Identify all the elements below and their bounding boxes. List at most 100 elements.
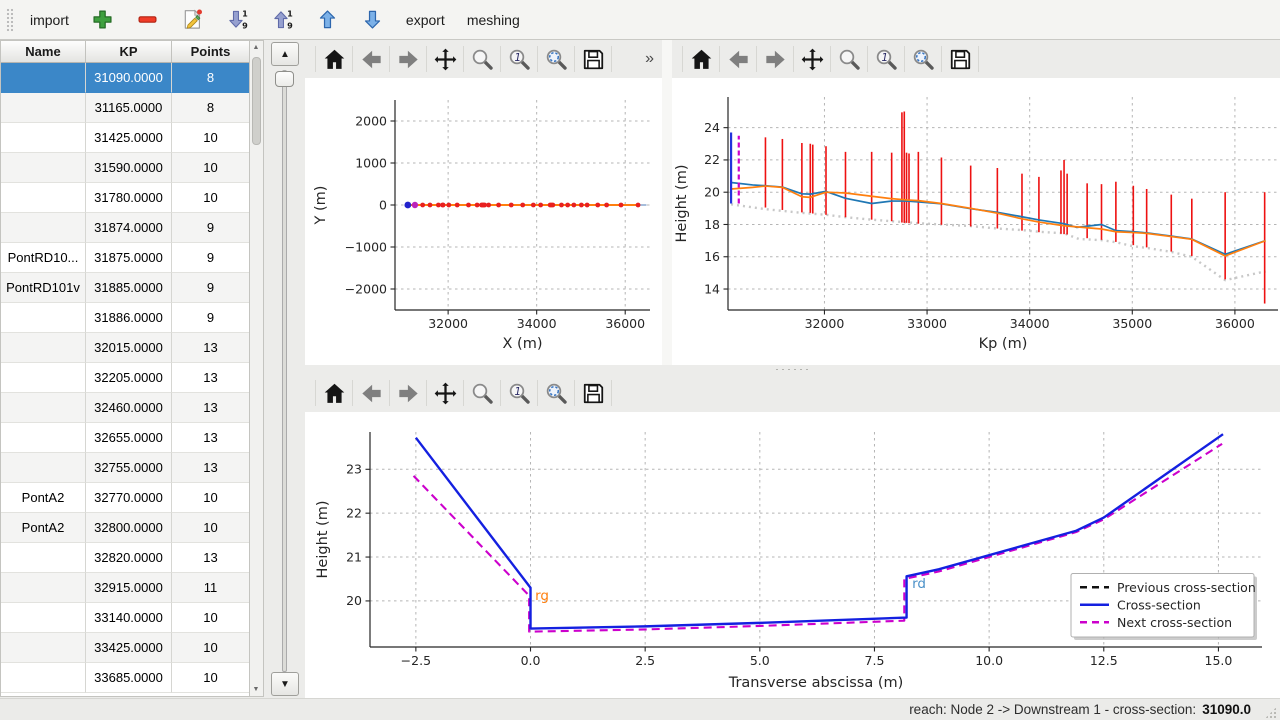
pan-button[interactable] xyxy=(429,44,461,74)
cell-name[interactable] xyxy=(1,423,86,453)
table-row[interactable]: 31090.00008 xyxy=(1,63,249,93)
cell-points[interactable]: 13 xyxy=(172,543,249,573)
cell-points[interactable]: 11 xyxy=(172,573,249,603)
cell-name[interactable] xyxy=(1,333,86,363)
toolbar-grip[interactable] xyxy=(6,8,13,32)
cell-points[interactable]: 10 xyxy=(172,513,249,543)
pan-button[interactable] xyxy=(796,44,828,74)
zoom-one-to-one-button[interactable]: 1 xyxy=(870,44,902,74)
sort-ascending-button[interactable]: 19 xyxy=(264,5,301,35)
back-button[interactable] xyxy=(355,378,387,408)
save-figure-button[interactable] xyxy=(577,44,609,74)
cell-points[interactable]: 13 xyxy=(172,363,249,393)
table-row[interactable]: 31425.000010 xyxy=(1,123,249,153)
table-row[interactable]: 32460.000013 xyxy=(1,393,249,423)
home-button[interactable] xyxy=(318,378,350,408)
add-cross-section-button[interactable] xyxy=(84,5,121,35)
cell-name[interactable] xyxy=(1,183,86,213)
table-row[interactable]: 32915.000011 xyxy=(1,573,249,603)
cell-kp[interactable]: 31590.0000 xyxy=(86,153,172,183)
long-profile-canvas[interactable]: 3200033000340003500036000141618202224Kp … xyxy=(672,78,1280,365)
cell-points[interactable]: 13 xyxy=(172,453,249,483)
toolbar-overflow-button[interactable]: » xyxy=(645,50,654,68)
slider-up-button[interactable]: ▲ xyxy=(271,42,299,66)
zoom-one-to-one-button[interactable]: 1 xyxy=(503,44,535,74)
plan-view-canvas[interactable]: 320003400036000−2000−1000010002000X (m)Y… xyxy=(305,78,662,365)
cell-kp[interactable]: 31874.0000 xyxy=(86,213,172,243)
cell-kp[interactable]: 32205.0000 xyxy=(86,363,172,393)
cell-kp[interactable]: 31090.0000 xyxy=(86,63,172,93)
table-row[interactable]: 31165.00008 xyxy=(1,93,249,123)
zoom-fit-button[interactable] xyxy=(540,44,572,74)
cell-name[interactable] xyxy=(1,453,86,483)
table-row[interactable]: 32205.000013 xyxy=(1,363,249,393)
home-button[interactable] xyxy=(685,44,717,74)
table-header[interactable]: NameKPPoints xyxy=(1,41,249,63)
zoom-button[interactable] xyxy=(833,44,865,74)
table-row[interactable]: 32015.000013 xyxy=(1,333,249,363)
edit-cross-section-button[interactable] xyxy=(174,5,211,35)
table-row[interactable]: 31886.00009 xyxy=(1,303,249,333)
zoom-button[interactable] xyxy=(466,378,498,408)
cell-kp[interactable]: 31885.0000 xyxy=(86,273,172,303)
cell-name[interactable] xyxy=(1,393,86,423)
cell-name[interactable] xyxy=(1,363,86,393)
cell-points[interactable]: 9 xyxy=(172,303,249,333)
table-row[interactable]: PontA232770.000010 xyxy=(1,483,249,513)
cell-name[interactable]: PontRD101v xyxy=(1,273,86,303)
export-button[interactable]: export xyxy=(399,5,452,35)
cross-sections-table[interactable]: NameKPPoints 31090.0000831165.0000831425… xyxy=(0,40,250,697)
cell-name[interactable]: PontRD10... xyxy=(1,243,86,273)
cell-name[interactable] xyxy=(1,543,86,573)
cell-points[interactable]: 13 xyxy=(172,423,249,453)
sort-descending-button[interactable]: 19 xyxy=(219,5,256,35)
cell-points[interactable]: 10 xyxy=(172,663,249,693)
cell-kp[interactable]: 33140.0000 xyxy=(86,603,172,633)
cell-kp[interactable]: 32915.0000 xyxy=(86,573,172,603)
slider-handle[interactable] xyxy=(275,71,294,87)
cell-points[interactable]: 10 xyxy=(172,153,249,183)
cell-points[interactable]: 8 xyxy=(172,63,249,93)
cell-points[interactable]: 10 xyxy=(172,123,249,153)
cell-kp[interactable]: 32015.0000 xyxy=(86,333,172,363)
cell-points[interactable]: 10 xyxy=(172,483,249,513)
cell-kp[interactable]: 32800.0000 xyxy=(86,513,172,543)
cell-points[interactable]: 13 xyxy=(172,333,249,363)
table-row[interactable]: 32655.000013 xyxy=(1,423,249,453)
cell-points[interactable]: 10 xyxy=(172,183,249,213)
table-scrollbar[interactable]: ▲ ▼ xyxy=(250,40,264,697)
slider-down-button[interactable]: ▼ xyxy=(271,672,299,696)
pan-button[interactable] xyxy=(429,378,461,408)
zoom-fit-button[interactable] xyxy=(907,44,939,74)
table-row[interactable]: PontRD101v31885.00009 xyxy=(1,273,249,303)
cell-points[interactable]: 9 xyxy=(172,243,249,273)
table-row[interactable]: 32755.000013 xyxy=(1,453,249,483)
save-figure-button[interactable] xyxy=(944,44,976,74)
forward-button[interactable] xyxy=(759,44,791,74)
slider-track[interactable] xyxy=(282,70,287,672)
cell-name[interactable] xyxy=(1,93,86,123)
cell-kp[interactable]: 32820.0000 xyxy=(86,543,172,573)
cell-name[interactable] xyxy=(1,663,86,693)
cell-name[interactable]: PontA2 xyxy=(1,483,86,513)
cell-kp[interactable]: 33685.0000 xyxy=(86,663,172,693)
zoom-one-to-one-button[interactable]: 1 xyxy=(503,378,535,408)
cell-name[interactable] xyxy=(1,63,86,93)
cell-kp[interactable]: 31886.0000 xyxy=(86,303,172,333)
cell-points[interactable]: 10 xyxy=(172,603,249,633)
cell-name[interactable] xyxy=(1,603,86,633)
cell-kp[interactable]: 31780.0000 xyxy=(86,183,172,213)
horizontal-splitter[interactable] xyxy=(302,365,1280,374)
cell-kp[interactable]: 32460.0000 xyxy=(86,393,172,423)
cell-kp[interactable]: 32755.0000 xyxy=(86,453,172,483)
move-up-button[interactable] xyxy=(309,5,346,35)
cell-kp[interactable]: 33425.0000 xyxy=(86,633,172,663)
table-row[interactable]: PontRD10...31875.00009 xyxy=(1,243,249,273)
table-row[interactable]: 33140.000010 xyxy=(1,603,249,633)
column-header-kp[interactable]: KP xyxy=(86,41,172,62)
forward-button[interactable] xyxy=(392,378,424,408)
table-row[interactable]: PontA232800.000010 xyxy=(1,513,249,543)
scroll-down-icon[interactable]: ▼ xyxy=(250,683,262,696)
back-button[interactable] xyxy=(355,44,387,74)
cell-name[interactable] xyxy=(1,213,86,243)
